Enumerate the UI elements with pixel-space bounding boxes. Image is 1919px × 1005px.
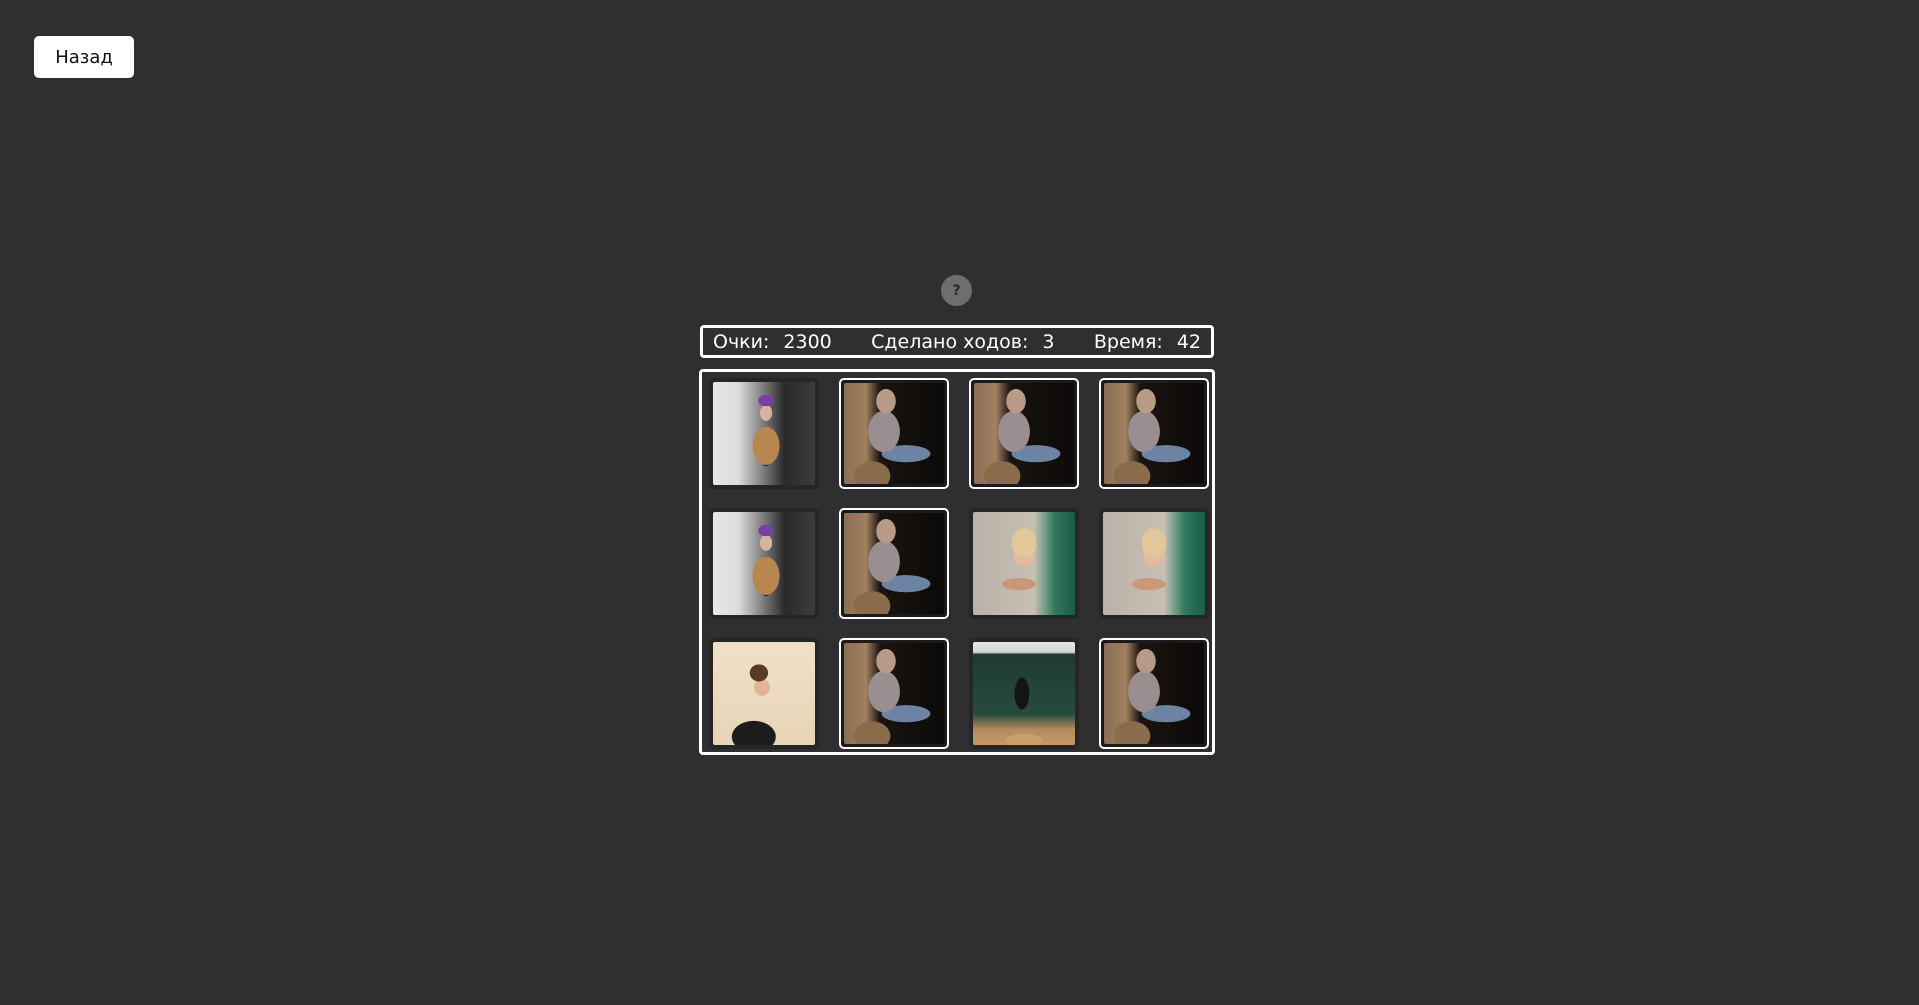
photo-young-man-with-phone — [713, 642, 815, 745]
memory-card[interactable] — [709, 638, 819, 749]
score-value: 2300 — [783, 330, 832, 353]
photo-person-purple-beanie — [713, 382, 815, 485]
help-button[interactable]: ? — [941, 275, 972, 306]
moves-stat: Сделано ходов: 3 — [871, 331, 1054, 353]
photo-person-purple-beanie — [713, 512, 815, 615]
back-button[interactable]: Назад — [34, 36, 134, 78]
memory-board — [699, 369, 1215, 755]
memory-card[interactable] — [969, 638, 1079, 749]
memory-card[interactable] — [969, 378, 1079, 489]
stats-bar: Очки: 2300 Сделано ходов: 3 Время: 42 — [700, 325, 1214, 358]
memory-card[interactable] — [839, 638, 949, 749]
card-back-man-on-rock — [974, 383, 1074, 484]
memory-card[interactable] — [839, 508, 949, 619]
memory-card[interactable] — [709, 508, 819, 619]
photo-blonde-girl-eating — [1103, 512, 1205, 615]
memory-card[interactable] — [1099, 378, 1209, 489]
score-stat: Очки: 2300 — [713, 331, 832, 353]
card-back-man-on-rock — [844, 383, 944, 484]
memory-card[interactable] — [1099, 638, 1209, 749]
photo-woman-at-blackboard — [973, 642, 1075, 745]
card-back-man-on-rock — [844, 513, 944, 614]
memory-card[interactable] — [839, 378, 949, 489]
card-back-man-on-rock — [844, 643, 944, 744]
moves-label: Сделано ходов: — [871, 330, 1029, 353]
score-label: Очки: — [713, 330, 770, 353]
time-value: 42 — [1176, 330, 1201, 353]
time-label: Время: — [1093, 330, 1163, 353]
moves-value: 3 — [1042, 330, 1055, 353]
time-stat: Время: 42 — [1094, 331, 1201, 353]
photo-blonde-girl-eating — [973, 512, 1075, 615]
memory-card[interactable] — [709, 378, 819, 489]
card-back-man-on-rock — [1104, 643, 1204, 744]
card-back-man-on-rock — [1104, 383, 1204, 484]
memory-card[interactable] — [1099, 508, 1209, 619]
memory-card[interactable] — [969, 508, 1079, 619]
